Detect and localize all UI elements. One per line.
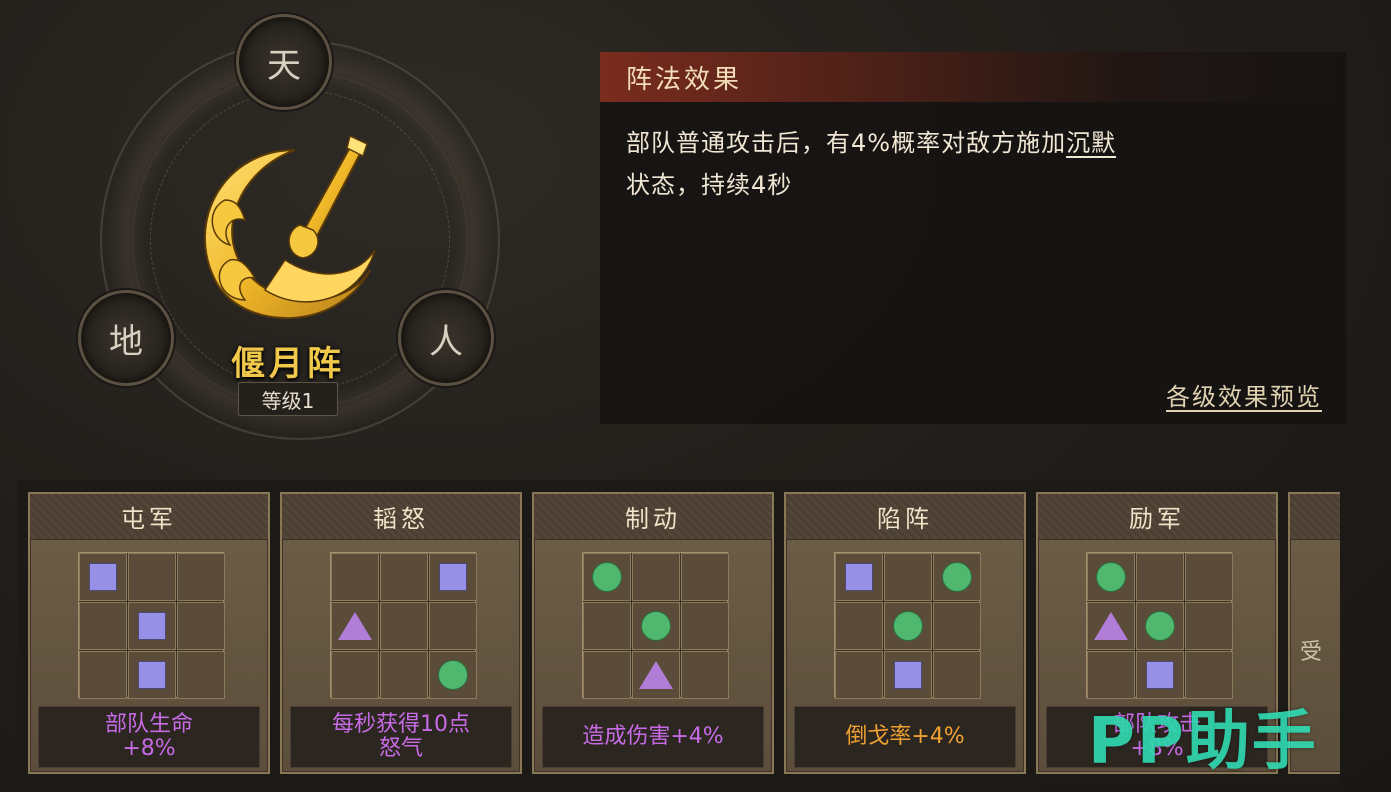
position-grid [582,552,729,699]
grid-cell [380,651,428,699]
grid-cell [632,651,680,699]
formation-emblem: 天 地 人 偃月阵 等级1 [60,0,520,470]
card-bonus-text: 倒戈率+4% [794,706,1016,768]
grid-cell [1087,553,1135,601]
grid-cell [1185,602,1233,650]
grid-cell [79,602,127,650]
effect-text-before: 部队普通攻击后，有4%概率对敌方施加 [626,129,1067,157]
node-tian-label: 天 [267,45,301,86]
position-grid [78,552,225,699]
grid-cell [128,602,176,650]
grid-cell [632,602,680,650]
position-grid [330,552,477,699]
formation-card[interactable]: 制动造成伤害+4% [532,492,774,774]
effect-description: 部队普通攻击后，有4%概率对敌方施加沉默 状态，持续4秒 [600,102,1346,206]
square-icon [138,661,166,689]
square-icon [439,563,467,591]
grid-cell [177,553,225,601]
crescent-blade-icon [204,134,376,320]
grid-cell [681,553,729,601]
circle-icon [438,660,468,690]
node-ren[interactable]: 人 [398,290,494,386]
square-icon [845,563,873,591]
grid-cell [681,602,729,650]
grid-cell [1185,553,1233,601]
card-title [1290,494,1340,540]
grid-cell [429,602,477,650]
circle-icon [1145,611,1175,641]
grid-cell [933,602,981,650]
grid-cell [380,553,428,601]
square-icon [1146,661,1174,689]
grid-cell [177,651,225,699]
node-ren-label: 人 [429,321,463,362]
grid-cell [884,651,932,699]
grid-cell [933,553,981,601]
circle-icon [592,562,622,592]
silence-keyword-link[interactable]: 沉默 [1066,129,1116,157]
grid-cell [1087,602,1135,650]
card-title: 励军 [1038,494,1276,540]
circle-icon [641,611,671,641]
formation-card[interactable]: 屯军部队生命 +8% [28,492,270,774]
effect-panel: 阵法效果 部队普通攻击后，有4%概率对敌方施加沉默 状态，持续4秒 各级效果预览 [600,52,1346,424]
grid-cell [583,651,631,699]
grid-cell [331,553,379,601]
circle-icon [1096,562,1126,592]
grid-cell [177,602,225,650]
node-di[interactable]: 地 [78,290,174,386]
watermark: PP助手 [1088,705,1318,779]
triangle-icon [639,661,673,689]
grid-cell [79,651,127,699]
level-preview-link[interactable]: 各级效果预览 [1166,377,1322,412]
grid-cell [583,553,631,601]
grid-cell [429,553,477,601]
card-bonus-text: 每秒获得10点 怒气 [290,706,512,768]
formation-name: 偃月阵 [231,344,345,384]
circle-icon [893,611,923,641]
grid-cell [835,651,883,699]
effect-text-after: 状态，持续4秒 [626,171,793,199]
grid-cell [632,553,680,601]
grid-cell [380,602,428,650]
grid-cell [1136,553,1184,601]
grid-cell [79,553,127,601]
square-icon [894,661,922,689]
grid-cell [128,553,176,601]
grid-cell [1136,602,1184,650]
grid-cell [429,651,477,699]
position-grid [1086,552,1233,699]
triangle-icon [1094,612,1128,640]
card-title: 韬怒 [282,494,520,540]
grid-cell [331,651,379,699]
card-title: 制动 [534,494,772,540]
square-icon [89,563,117,591]
level-badge: 等级1 [238,382,338,416]
grid-cell [933,651,981,699]
partial-card-text: 受 [1300,640,1323,665]
grid-cell [331,602,379,650]
node-tian[interactable]: 天 [236,14,332,110]
grid-cell [884,553,932,601]
grid-cell [681,651,729,699]
position-grid [834,552,981,699]
formation-card[interactable]: 陷阵倒戈率+4% [784,492,1026,774]
card-bonus-text: 造成伤害+4% [542,706,764,768]
square-icon [138,612,166,640]
circle-icon [942,562,972,592]
card-bonus-text: 部队生命 +8% [38,706,260,768]
grid-cell [583,602,631,650]
node-di-label: 地 [109,321,143,362]
grid-cell [835,602,883,650]
effect-header: 阵法效果 [600,52,1346,102]
card-title: 屯军 [30,494,268,540]
grid-cell [128,651,176,699]
triangle-icon [338,612,372,640]
grid-cell [884,602,932,650]
grid-cell [835,553,883,601]
formation-card[interactable]: 韬怒每秒获得10点 怒气 [280,492,522,774]
card-title: 陷阵 [786,494,1024,540]
